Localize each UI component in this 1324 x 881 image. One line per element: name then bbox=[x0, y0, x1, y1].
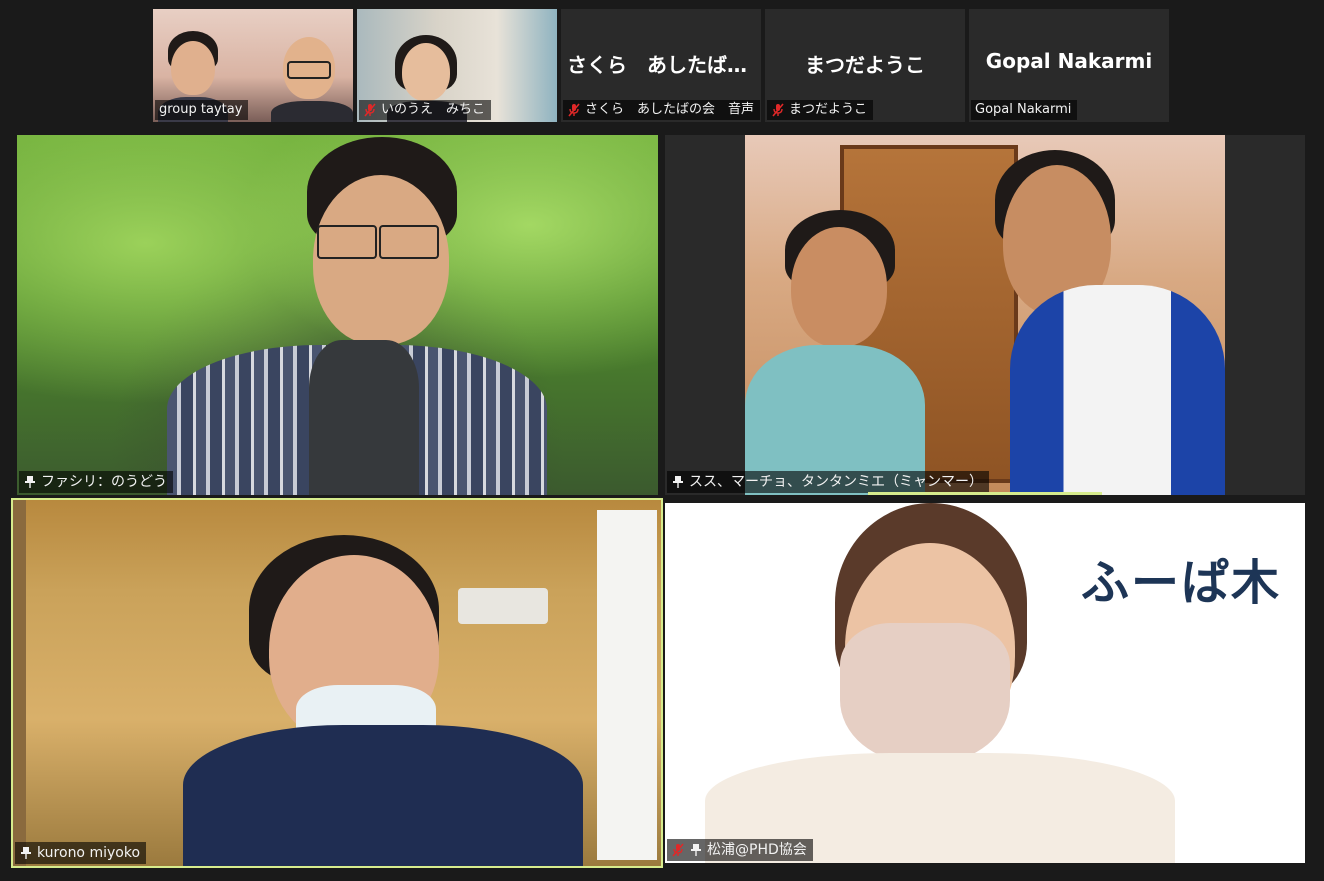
participant-name-label: group taytay bbox=[155, 100, 249, 120]
person-face bbox=[791, 227, 887, 347]
muted-mic-icon bbox=[771, 103, 785, 117]
participant-name-label: さくら あしたばの会 音声 bbox=[563, 100, 761, 120]
muted-mic-icon bbox=[671, 843, 685, 857]
participant-name-label: kurono miyoko bbox=[15, 842, 147, 864]
participant-name: まつだようこ bbox=[789, 102, 868, 117]
face-mask bbox=[840, 623, 1010, 763]
participant-name: いのうえ みちこ bbox=[381, 102, 486, 117]
participant-name-label: Gopal Nakarmi bbox=[971, 100, 1078, 120]
participant-name: 松浦@PHD協会 bbox=[707, 842, 807, 858]
participant-name-label: スス、マーチョ、タンタンミエ（ミャンマー） bbox=[667, 471, 989, 493]
participant-name-label: ファシリ：のうどう bbox=[19, 471, 173, 493]
pin-icon bbox=[23, 475, 37, 489]
participant-name: ファシリ：のうどう bbox=[41, 474, 167, 490]
person-undershirt bbox=[309, 340, 419, 495]
person-body bbox=[183, 725, 583, 866]
audio-level-indicator bbox=[868, 492, 1102, 495]
participant-tile-sakura[interactable]: さくら あしたばの... さくら あしたばの会 音声 bbox=[561, 9, 761, 122]
participant-name-label: いのうえ みちこ bbox=[359, 100, 492, 120]
participant-display-name: さくら あしたばの... bbox=[567, 53, 761, 77]
sign-logo: ふーぱ木 bbox=[1080, 555, 1281, 611]
pin-icon bbox=[689, 843, 703, 857]
glasses bbox=[379, 225, 439, 259]
window bbox=[597, 510, 657, 860]
participant-tile-myanmar-group[interactable]: スス、マーチョ、タンタンミエ（ミャンマー） bbox=[665, 135, 1305, 495]
participant-name: スス、マーチョ、タンタンミエ（ミャンマー） bbox=[689, 474, 983, 490]
participant-display-name: まつだようこ bbox=[805, 53, 925, 77]
air-conditioner bbox=[458, 588, 548, 624]
participant-tile-inoue-michiko[interactable]: いのうえ みちこ bbox=[357, 9, 557, 122]
person-face bbox=[313, 175, 449, 345]
participant-tile-kurono-miyoko[interactable]: kurono miyoko bbox=[11, 498, 663, 868]
glasses bbox=[317, 225, 377, 259]
muted-mic-icon bbox=[363, 103, 377, 117]
participant-name: kurono miyoko bbox=[37, 845, 141, 861]
participant-name: さくら あしたばの会 音声 bbox=[585, 102, 755, 117]
participant-tile-group-taytay[interactable]: group taytay bbox=[153, 9, 353, 122]
pin-icon bbox=[671, 475, 685, 489]
person-body bbox=[271, 101, 353, 122]
pin-icon bbox=[19, 846, 33, 860]
participant-tile-facilitator[interactable]: ファシリ：のうどう bbox=[17, 135, 658, 495]
person-face bbox=[171, 41, 215, 95]
muted-mic-icon bbox=[567, 103, 581, 117]
participant-display-name: Gopal Nakarmi bbox=[985, 49, 1153, 73]
zoom-gallery-view: group taytay いのうえ みちこ さくら あしたばの... さくら あ… bbox=[0, 0, 1324, 881]
person-face bbox=[402, 43, 450, 101]
person-body bbox=[1010, 285, 1225, 495]
participant-name: group taytay bbox=[159, 102, 243, 117]
glasses bbox=[287, 61, 331, 79]
participant-name-label: まつだようこ bbox=[767, 100, 874, 120]
participant-name-label: 松浦@PHD協会 bbox=[667, 839, 813, 861]
participant-name: Gopal Nakarmi bbox=[975, 102, 1072, 117]
participant-tile-gopal-nakarmi[interactable]: Gopal Nakarmi Gopal Nakarmi bbox=[969, 9, 1169, 122]
participant-tile-matsuura-phd[interactable]: ふーぱ木 松浦@PHD協会 bbox=[665, 503, 1305, 863]
participant-tile-matsuda-yoko[interactable]: まつだようこ まつだようこ bbox=[765, 9, 965, 122]
